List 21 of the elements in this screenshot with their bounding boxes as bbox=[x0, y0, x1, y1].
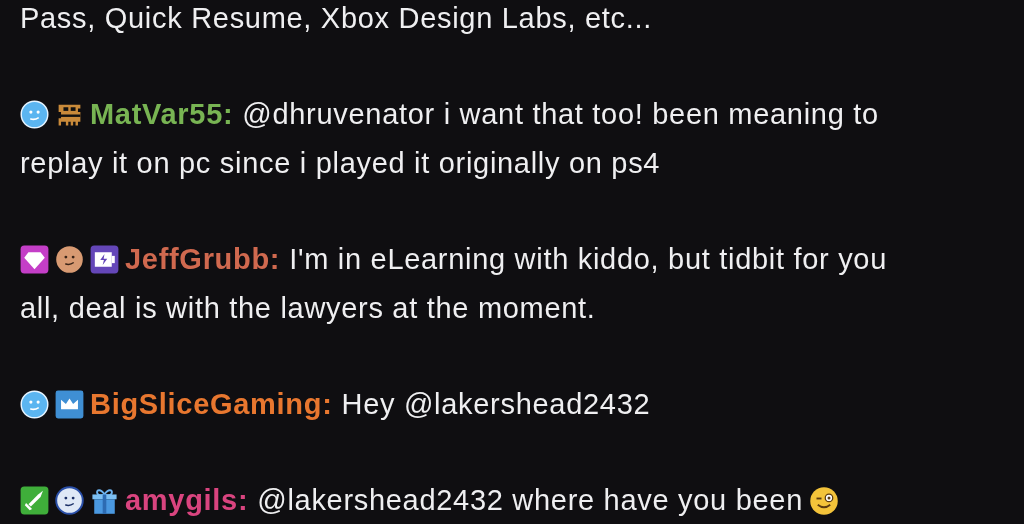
username[interactable]: JeffGrubb: bbox=[125, 235, 281, 284]
crown-icon bbox=[55, 390, 84, 419]
chat-message: replay it on pc since i played it originally on ps4 bbox=[20, 147, 661, 179]
smiley-icon bbox=[20, 390, 49, 419]
chat-message: Pass, Quick Resume, Xbox Design Labs, etc... bbox=[20, 1, 653, 36]
sword-icon bbox=[20, 486, 49, 515]
chat-message: @dhruvenator i want that too! been meaning to bbox=[242, 97, 879, 132]
gift-icon bbox=[90, 486, 119, 515]
smiley-icon bbox=[55, 486, 84, 515]
smiley-icon bbox=[55, 245, 84, 274]
winking-face-icon bbox=[808, 485, 839, 516]
chat-message: all, deal is with the lawyers at the moment. bbox=[20, 292, 596, 324]
chat-message: Hey @lakershead2432 bbox=[341, 387, 651, 422]
username[interactable]: MatVar55: bbox=[90, 90, 234, 139]
username[interactable]: BigSliceGaming: bbox=[90, 380, 333, 429]
username[interactable]: amygils: bbox=[125, 476, 249, 524]
chat-message: @lakershead2432 where have you been bbox=[257, 483, 803, 518]
chat-message: I'm in eLearning with kiddo, but tidbit for you bbox=[289, 242, 888, 277]
gem-icon bbox=[20, 245, 49, 274]
smiley-icon bbox=[20, 100, 49, 129]
battery-icon bbox=[90, 245, 119, 274]
